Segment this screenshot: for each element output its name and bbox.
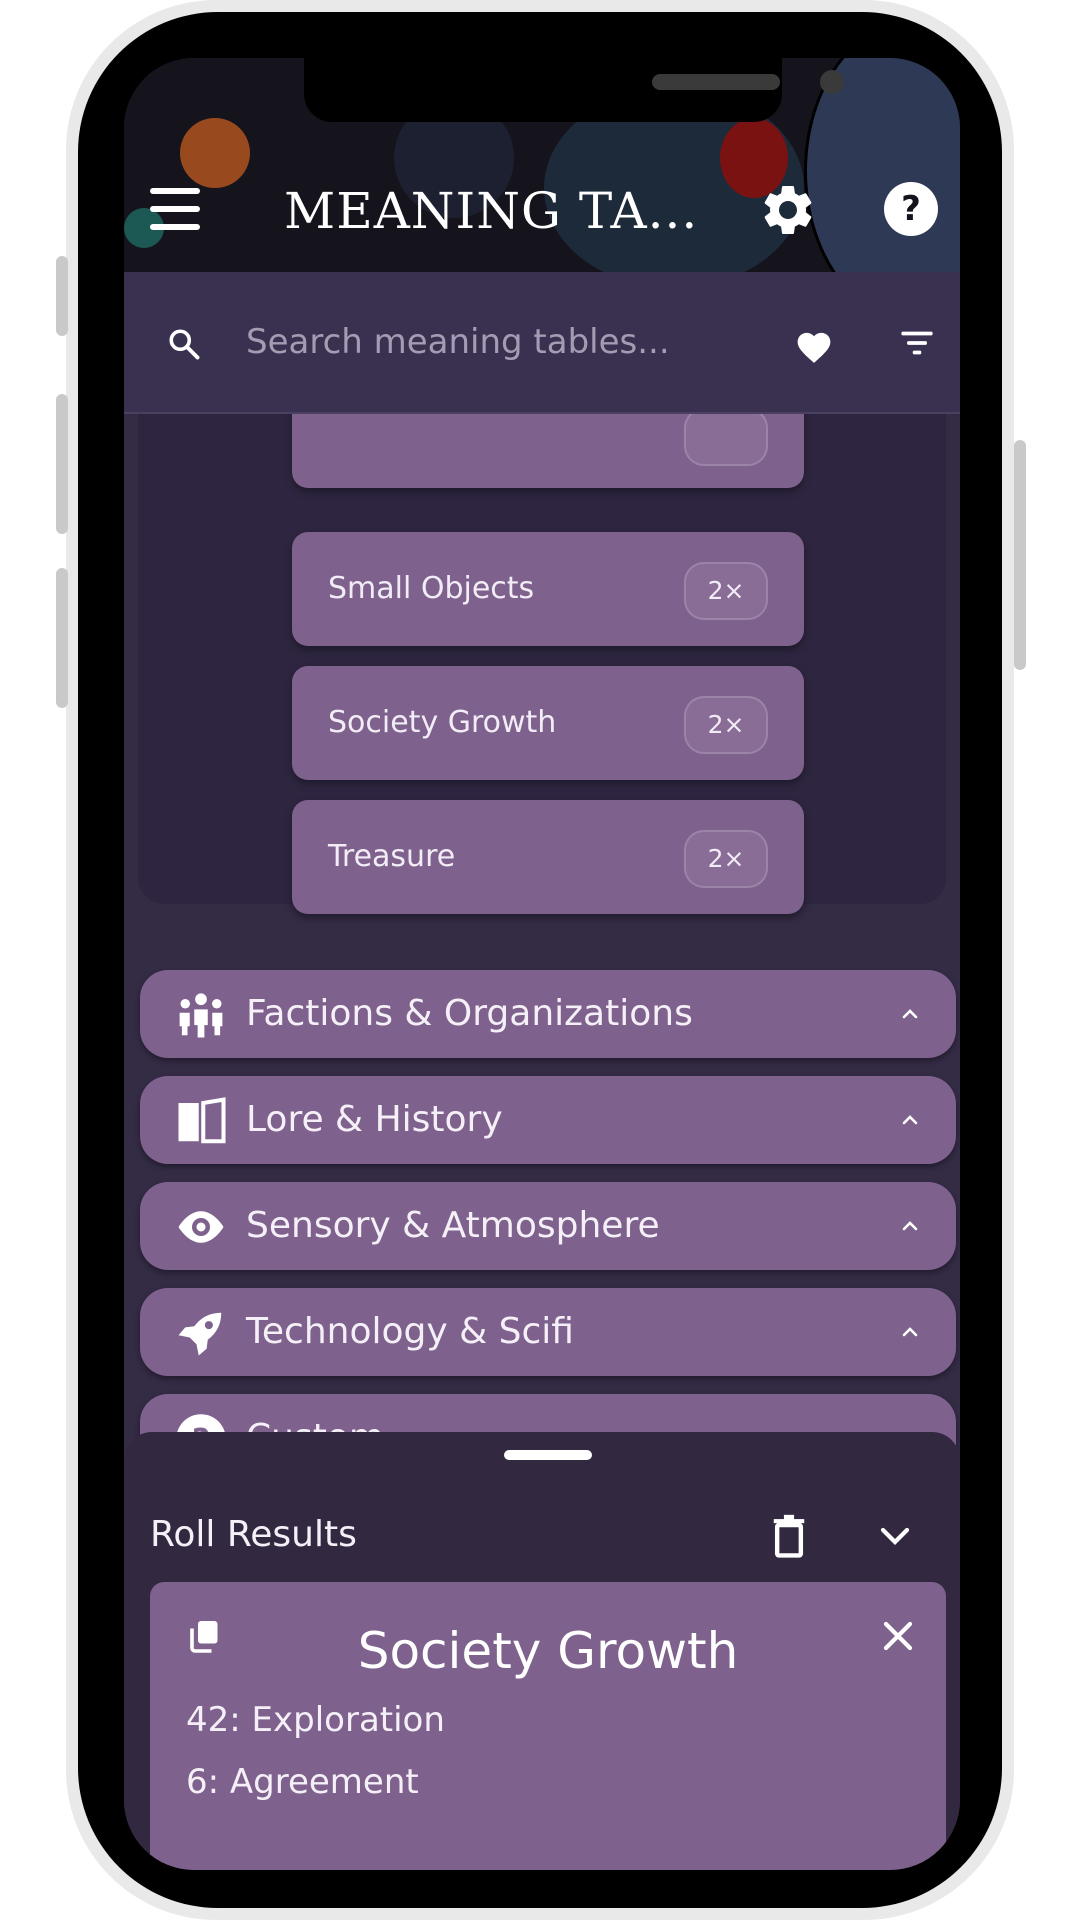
heart-icon[interactable] (794, 328, 834, 364)
chevron-down-icon[interactable] (880, 1524, 910, 1548)
table-card[interactable]: Small Objects 2× (292, 532, 804, 646)
table-count-badge[interactable]: 2× (684, 696, 768, 754)
hamburger-menu-icon[interactable] (150, 188, 200, 232)
result-line: 42: Exploration (186, 1700, 445, 1740)
category-lore[interactable]: Lore & History (140, 1076, 956, 1164)
chevron-up-icon[interactable] (900, 1110, 920, 1130)
device-notch (304, 58, 844, 122)
eye-icon (178, 1211, 224, 1243)
roll-results-title: Roll Results (150, 1514, 357, 1555)
gear-icon[interactable] (758, 180, 818, 240)
table-count-badge[interactable]: 2× (684, 830, 768, 888)
volume-up-button (56, 394, 68, 534)
trash-icon[interactable] (772, 1514, 806, 1558)
chevron-up-icon[interactable] (900, 1322, 920, 1342)
table-label: Society Growth (328, 705, 557, 740)
table-card[interactable]: Society Growth 2× (292, 666, 804, 780)
search-icon (169, 329, 200, 360)
category-label: Sensory & Atmosphere (246, 1205, 660, 1246)
volume-down-button (56, 568, 68, 708)
result-line: 6: Agreement (186, 1762, 419, 1802)
category-sensory[interactable]: Sensory & Atmosphere (140, 1182, 956, 1270)
category-technology[interactable]: Technology & Scifi (140, 1288, 956, 1376)
table-label: Treasure (328, 839, 456, 874)
filter-icon[interactable] (900, 328, 934, 358)
page-title: MEANING TA... (284, 182, 699, 240)
close-icon[interactable] (880, 1618, 916, 1654)
search-input[interactable] (246, 316, 686, 368)
table-card[interactable]: Treasure 2× (292, 800, 804, 914)
app-screen: MEANING TA... ? Small Objects 2× (124, 58, 960, 1870)
front-camera (820, 70, 844, 94)
speaker (652, 74, 780, 90)
roll-results-sheet: Roll Results Society Growth 42: Explorat… (124, 1432, 960, 1870)
result-title: Society Growth (357, 1622, 739, 1680)
category-label: Factions & Organizations (246, 993, 693, 1034)
tables-list: Small Objects 2× Society Growth 2× Treas… (124, 414, 960, 1484)
mute-switch (56, 256, 68, 336)
drag-handle[interactable] (504, 1450, 592, 1460)
table-count-badge (684, 414, 768, 466)
table-count-badge[interactable]: 2× (684, 562, 768, 620)
chevron-up-icon[interactable] (900, 1216, 920, 1236)
table-card-partial[interactable] (292, 414, 804, 488)
rocket-icon (178, 1312, 222, 1356)
table-label: Small Objects (328, 571, 535, 606)
people-icon (179, 993, 223, 1038)
header-art (180, 118, 250, 188)
power-button (1014, 440, 1026, 670)
book-icon (178, 1097, 226, 1144)
chevron-up-icon[interactable] (900, 1004, 920, 1024)
app-header: MEANING TA... ? (124, 58, 960, 272)
search-bar (124, 272, 960, 414)
help-icon[interactable]: ? (884, 182, 938, 236)
category-label: Technology & Scifi (246, 1311, 574, 1352)
category-label: Lore & History (246, 1099, 503, 1140)
category-factions[interactable]: Factions & Organizations (140, 970, 956, 1058)
result-card: Society Growth 42: Exploration 6: Agreem… (150, 1582, 946, 1870)
